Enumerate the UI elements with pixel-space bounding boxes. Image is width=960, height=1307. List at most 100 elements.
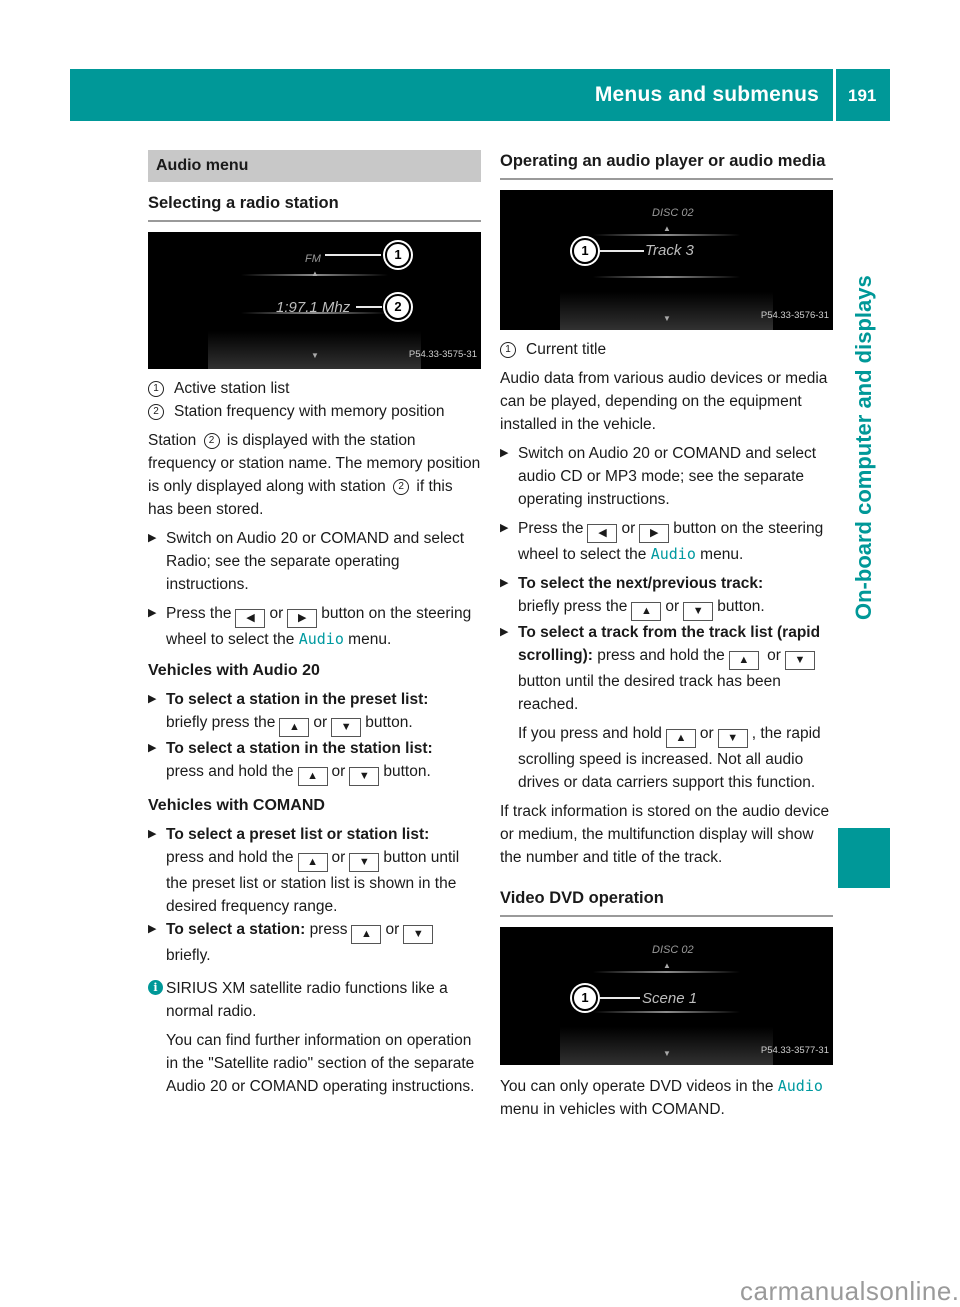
- page-header: Menus and submenus 191: [70, 69, 890, 121]
- text: Press the: [518, 520, 584, 537]
- left-button-icon: ◀: [235, 609, 266, 628]
- section-heading: Operating an audio player or audio media: [500, 150, 833, 180]
- side-tab: On-board computer and displays: [838, 130, 890, 900]
- instruction-step: To select the next/previous track: brief…: [500, 572, 833, 621]
- up-button-icon: ▲: [631, 602, 662, 621]
- right-column: Operating an audio player or audio media…: [500, 150, 833, 1121]
- text: or: [767, 647, 781, 664]
- down-button-icon: ▼: [683, 602, 714, 621]
- up-button-icon: ▲: [279, 718, 310, 737]
- up-button-icon: ▲: [297, 853, 328, 872]
- text: button.: [365, 714, 413, 731]
- text: button.: [383, 763, 431, 780]
- page-number-box: 191: [836, 69, 890, 121]
- callout-line: [600, 997, 640, 999]
- audio-display-figure: DISC 02 ▲ 1 Track 3 ▼ P54.33-3576-31: [500, 190, 833, 330]
- text: or: [313, 714, 328, 731]
- figure-legend: 1 Active station list 2 Station frequenc…: [148, 377, 481, 423]
- legend-item: 1 Current title: [500, 338, 833, 361]
- callout-number-icon: 1: [148, 380, 164, 397]
- audio-menu-label: Audio: [777, 1077, 823, 1095]
- text: Station: [148, 432, 201, 449]
- legend-text: Active station list: [174, 380, 290, 397]
- callout-1: 1: [385, 242, 411, 268]
- text: or: [331, 763, 346, 780]
- text: or: [621, 520, 636, 537]
- text: or: [665, 598, 680, 615]
- text: briefly press the: [166, 714, 276, 731]
- step-title: To select a station in the preset list:: [166, 691, 429, 708]
- callout-number-icon: 2: [148, 403, 164, 420]
- text: If you press and hold: [518, 725, 662, 742]
- step-title: To select a preset list or station list:: [166, 826, 430, 843]
- down-arrow-icon: ▼: [663, 314, 671, 323]
- legend-item: 1 Active station list: [148, 377, 481, 400]
- instruction-step: To select a preset list or station list:…: [148, 823, 481, 918]
- callout-1: 1: [572, 238, 598, 264]
- text: button until the desired track has been …: [518, 673, 781, 713]
- text: press and hold the: [166, 763, 294, 780]
- instruction-step: Press the◀or▶button on the steering whee…: [148, 602, 481, 651]
- subheading: Vehicles with COMAND: [148, 797, 325, 814]
- side-tab-label: On-board computer and displays: [851, 275, 876, 620]
- text: or: [699, 725, 714, 742]
- subheading: Vehicles with Audio 20: [148, 662, 320, 679]
- text: Press the: [166, 605, 232, 622]
- callout-number-icon: 2: [203, 432, 220, 449]
- disc-label: DISC 02: [652, 207, 694, 219]
- up-arrow-icon: ▲: [663, 961, 671, 970]
- body-paragraph: If track information is stored on the au…: [500, 803, 830, 866]
- body-paragraph: Audio data from various audio devices or…: [500, 370, 828, 433]
- audio-menu-label: Audio: [298, 630, 344, 648]
- frequency-label: 1:97.1 Mhz: [276, 299, 351, 316]
- scene-label: Scene 1: [642, 990, 698, 1007]
- left-column: Audio menu Selecting a radio station FM …: [148, 150, 481, 1098]
- text: press: [309, 921, 348, 938]
- up-arrow-icon: ▲: [311, 269, 319, 278]
- up-button-icon: ▲: [665, 729, 696, 748]
- instruction-step: To select a track from the track list (r…: [500, 621, 833, 716]
- instruction-step: To select a station: press▲or▼ briefly.: [148, 918, 481, 967]
- legend-item: 2 Station frequency with memory position: [148, 400, 481, 423]
- instruction-step: Switch on Audio 20 or COMAND and select …: [500, 442, 833, 511]
- info-icon: i: [148, 980, 163, 995]
- up-arrow-icon: ▲: [663, 224, 671, 233]
- step-title: To select the next/previous track:: [518, 575, 764, 592]
- legend-text: Current title: [526, 341, 607, 358]
- info-note: i SIRIUS XM satellite radio functions li…: [148, 977, 481, 1098]
- disc-label: DISC 02: [652, 944, 694, 956]
- figure-code: P54.33-3575-31: [408, 349, 477, 360]
- instruction-step: To select a station in the preset list: …: [148, 688, 481, 737]
- instruction-step: Press the◀or▶button on the steering whee…: [500, 517, 833, 566]
- text: You can only operate DVD videos in the: [500, 1078, 774, 1095]
- callout-line: [325, 254, 381, 256]
- down-button-icon: ▼: [403, 925, 434, 944]
- page-number: 191: [848, 86, 877, 105]
- up-button-icon: ▲: [728, 651, 759, 670]
- figure-glow: [593, 1011, 740, 1013]
- section-band: Audio menu: [148, 150, 481, 182]
- text: press and hold the: [597, 647, 725, 664]
- callout-number-icon: 2: [393, 478, 410, 495]
- figure-glow: [593, 276, 740, 278]
- section-heading: Selecting a radio station: [148, 192, 481, 222]
- radio-display-figure: FM ▲ 1 1:97.1 Mhz 2 ▼ P54.33-3575-31: [148, 232, 481, 369]
- audio-menu-label: Audio: [650, 545, 696, 563]
- callout-1: 1: [572, 985, 598, 1011]
- step-note: If you press and hold ▲ or ▼, the rapid scr…: [500, 722, 833, 794]
- down-button-icon: ▼: [331, 718, 362, 737]
- text: menu in vehicles with COMAND.: [500, 1101, 725, 1118]
- callout-line: [600, 250, 644, 252]
- up-button-icon: ▲: [351, 925, 382, 944]
- step-title: To select a station in the station list:: [166, 740, 433, 757]
- down-button-icon: ▼: [717, 729, 748, 748]
- figure-code: P54.33-3576-31: [760, 310, 829, 321]
- text: press and hold the: [166, 849, 294, 866]
- down-button-icon: ▼: [349, 767, 380, 786]
- text: briefly.: [166, 947, 211, 964]
- callout-number-icon: 1: [500, 341, 516, 358]
- step-title: To select a station:: [166, 921, 306, 938]
- callout-line: [356, 306, 382, 308]
- callout-2: 2: [385, 294, 411, 320]
- left-button-icon: ◀: [587, 524, 618, 543]
